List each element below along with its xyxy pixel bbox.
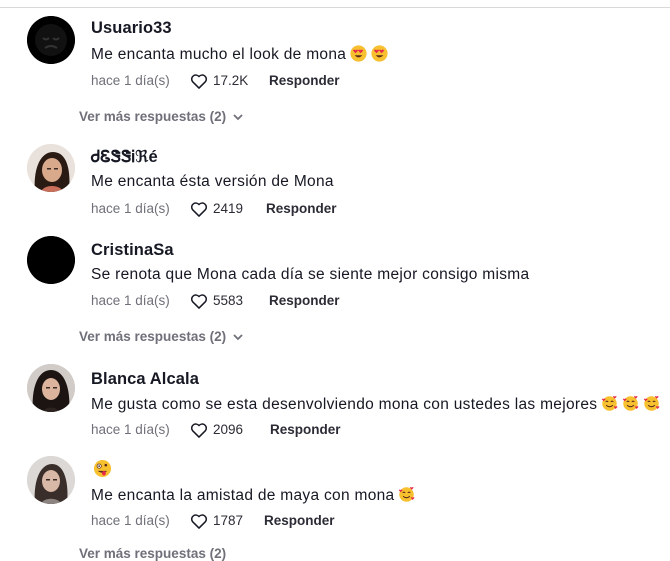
view-more-replies-button[interactable]: Ver más respuestas (2) <box>79 109 244 124</box>
comment-text: Me encanta la amistad de maya con mona <box>91 486 415 505</box>
username[interactable] <box>91 459 112 480</box>
timestamp: hace 1 día(s) <box>91 201 170 216</box>
comment-text-content: Me gusta como se esta desenvolviendo mon… <box>91 396 598 413</box>
view-more-replies-label: Ver más respuestas (2) <box>79 109 227 124</box>
like-count: 2419 <box>213 201 244 216</box>
like-count: 5583 <box>213 293 244 308</box>
reply-button[interactable]: Responder <box>266 201 337 216</box>
chevron-down-icon <box>233 334 243 341</box>
like-count: 17.2K <box>213 73 249 88</box>
timestamp: hace 1 día(s) <box>91 73 170 88</box>
heart-icon[interactable] <box>189 199 209 219</box>
view-more-replies-button[interactable]: Ver más respuestas (2) <box>79 546 226 561</box>
avatar[interactable] <box>27 364 75 412</box>
timestamp: hace 1 día(s) <box>91 293 170 308</box>
username[interactable]: Blanca Alcala <box>91 370 199 389</box>
username[interactable]: ᏧᏋᏕᏕᎥℜé <box>91 147 158 167</box>
smiling-face-with-hearts-emoji-icon <box>399 487 415 502</box>
avatar[interactable] <box>27 236 75 284</box>
view-more-replies-button[interactable]: Ver más respuestas (2) <box>79 329 244 344</box>
heart-eyes-emoji-icon <box>371 45 388 62</box>
view-more-replies-label: Ver más respuestas (2) <box>79 329 227 344</box>
comment-actions: hace 1 día(s) 1787 Responder <box>91 511 511 531</box>
profile-photo-icon <box>27 144 75 192</box>
reply-button[interactable]: Responder <box>264 513 335 528</box>
heart-icon[interactable] <box>189 420 209 440</box>
username[interactable]: CristinaSa <box>91 241 174 260</box>
comment-text: Me encanta mucho el look de mona <box>91 45 388 64</box>
smiling-face-with-hearts-emoji-icon <box>602 396 618 411</box>
reply-button[interactable]: Responder <box>270 422 341 437</box>
zany-face-emoji-icon <box>93 459 112 478</box>
blank-avatar-icon <box>27 236 75 284</box>
comment-text-content: Me encanta mucho el look de mona <box>91 46 347 63</box>
comment-text: Se renota que Mona cada día se siente me… <box>91 266 530 283</box>
avatar[interactable] <box>27 16 75 64</box>
heart-icon[interactable] <box>189 291 209 311</box>
smiling-face-with-hearts-emoji-icon <box>623 396 639 411</box>
top-divider <box>0 0 670 8</box>
sad-face-avatar-icon <box>27 16 75 64</box>
smiling-face-with-hearts-emoji-icon <box>644 396 660 411</box>
comment-actions: hace 1 día(s) 2096 Responder <box>91 420 511 440</box>
timestamp: hace 1 día(s) <box>91 513 170 528</box>
heart-icon[interactable] <box>189 511 209 531</box>
avatar[interactable] <box>27 144 75 192</box>
chevron-down-icon <box>233 114 243 121</box>
comment-text: Me gusta como se esta desenvolviendo mon… <box>91 395 660 414</box>
like-count: 2096 <box>213 422 244 437</box>
like-count: 1787 <box>213 513 244 528</box>
comment-actions: hace 1 día(s) 2419 Responder <box>91 199 511 219</box>
avatar[interactable] <box>27 456 75 504</box>
view-more-replies-label: Ver más respuestas (2) <box>79 546 227 561</box>
comment-actions: hace 1 día(s) 5583 Responder <box>91 291 511 311</box>
comment-text: Me encanta ésta versión de Mona <box>91 173 334 190</box>
comment-actions: hace 1 día(s) 17.2K Responder <box>91 71 511 91</box>
profile-photo-icon <box>27 364 75 412</box>
heart-icon[interactable] <box>189 71 209 91</box>
timestamp: hace 1 día(s) <box>91 422 170 437</box>
username[interactable]: Usuario33 <box>91 19 172 38</box>
reply-button[interactable]: Responder <box>269 73 340 88</box>
heart-eyes-emoji-icon <box>350 45 367 62</box>
reply-button[interactable]: Responder <box>269 293 340 308</box>
profile-photo-icon <box>27 456 75 504</box>
comment-text-content: Me encanta la amistad de maya con mona <box>91 487 395 504</box>
